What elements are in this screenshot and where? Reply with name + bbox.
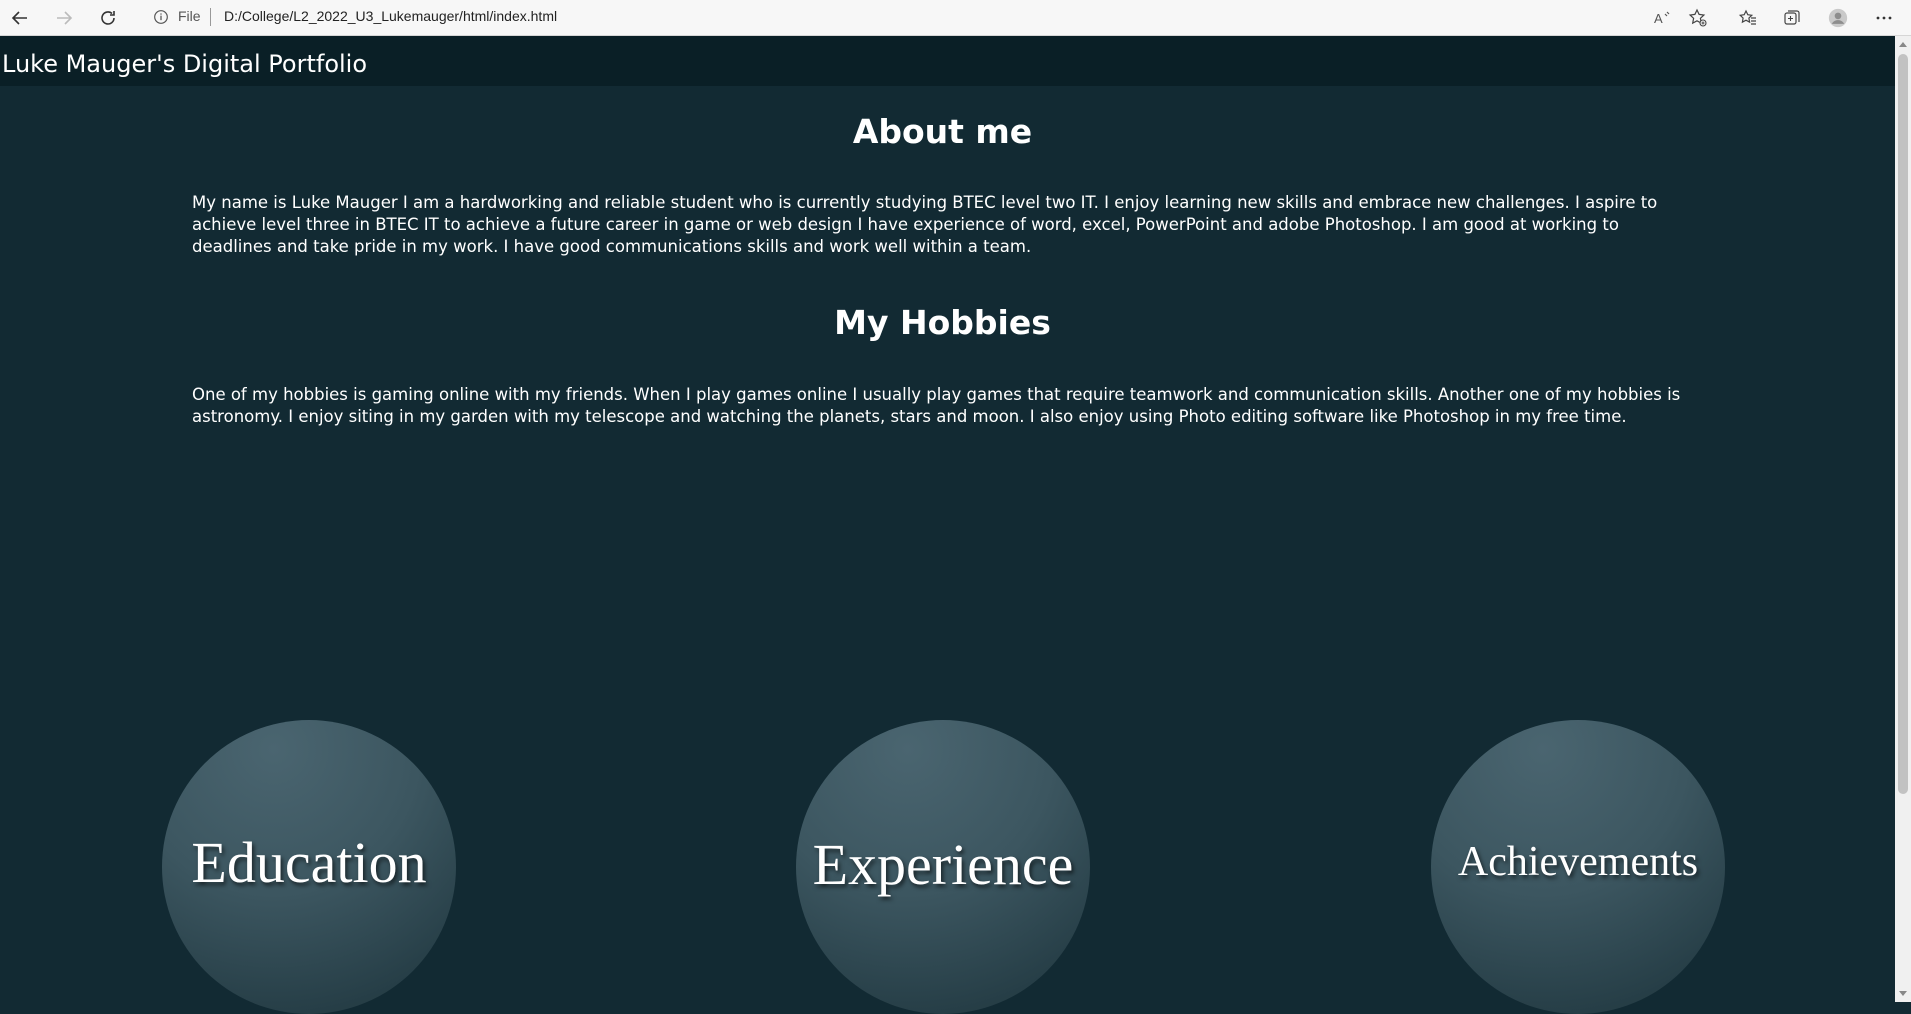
scrollbar-thumb[interactable] bbox=[1898, 54, 1908, 794]
about-heading: About me bbox=[852, 112, 1033, 151]
browser-toolbar: File D:/College/L2_2022_U3_Lukemauger/ht… bbox=[0, 0, 1911, 36]
svg-text:A: A bbox=[1654, 11, 1663, 26]
site-title: Luke Mauger's Digital Portfolio bbox=[2, 50, 368, 78]
profile-icon[interactable] bbox=[1824, 4, 1852, 32]
back-icon[interactable] bbox=[6, 4, 34, 32]
education-label: Education bbox=[191, 829, 427, 895]
info-icon[interactable] bbox=[152, 8, 172, 28]
main-content: About me My name is Luke Mauger I am a h… bbox=[0, 86, 1895, 1014]
hobbies-text: One of my hobbies is gaming online with … bbox=[192, 385, 1681, 426]
scroll-up-icon[interactable] bbox=[1899, 42, 1907, 47]
address-divider bbox=[210, 8, 211, 26]
scroll-down-icon[interactable] bbox=[1899, 991, 1907, 996]
site-header: Luke Mauger's Digital Portfolio bbox=[0, 36, 1895, 86]
collections-icon[interactable] bbox=[1778, 4, 1806, 32]
about-text: My name is Luke Mauger I am a hardworkin… bbox=[192, 193, 1658, 256]
vertical-scrollbar[interactable] bbox=[1895, 36, 1911, 1002]
refresh-icon[interactable] bbox=[94, 4, 122, 32]
forward-icon[interactable] bbox=[50, 4, 78, 32]
experience-label: Experience bbox=[812, 831, 1074, 897]
address-bar[interactable]: D:/College/L2_2022_U3_Lukemauger/html/in… bbox=[224, 8, 557, 24]
education-circle-button[interactable]: Education bbox=[162, 720, 456, 1014]
achievements-label: Achievements bbox=[1457, 839, 1699, 885]
hobbies-heading: My Hobbies bbox=[834, 303, 1051, 342]
experience-circle-button[interactable]: Experience bbox=[796, 720, 1090, 1014]
address-scheme: File bbox=[178, 8, 201, 24]
add-favorite-icon[interactable] bbox=[1684, 4, 1712, 32]
read-aloud-icon[interactable]: A bbox=[1648, 4, 1676, 32]
favorites-icon[interactable] bbox=[1734, 4, 1762, 32]
more-icon[interactable] bbox=[1870, 4, 1898, 32]
achievements-circle-button[interactable]: Achievements bbox=[1431, 720, 1725, 1014]
